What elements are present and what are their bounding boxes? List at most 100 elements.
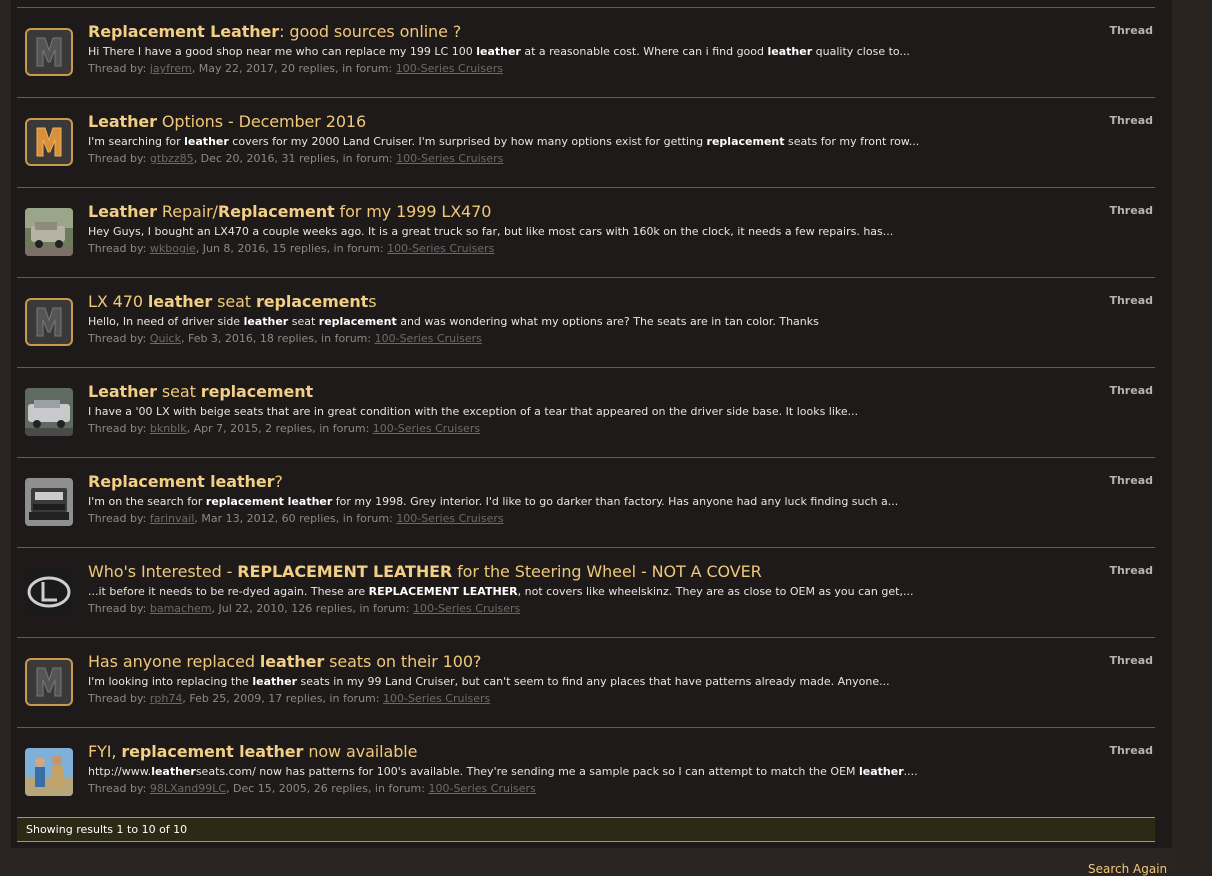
meta-replies: , 31 replies bbox=[274, 152, 336, 165]
meta-date: , Jul 22, 2010 bbox=[211, 602, 285, 615]
result-title-link[interactable]: Leather seat replacement bbox=[88, 382, 313, 401]
search-results-list: Replacement Leather: good sources online… bbox=[17, 7, 1155, 817]
thread-by-label: Thread by: bbox=[88, 692, 150, 705]
result-title-link[interactable]: Replacement leather? bbox=[88, 472, 283, 491]
in-forum-label: , in forum: bbox=[326, 242, 388, 255]
forum-link[interactable]: 100-Series Cruisers bbox=[396, 512, 503, 525]
forum-link[interactable]: 100-Series Cruisers bbox=[383, 692, 490, 705]
user-avatar[interactable] bbox=[25, 658, 73, 706]
search-again-link[interactable]: Search Again bbox=[1088, 862, 1167, 876]
content-type-label: Thread bbox=[1109, 294, 1153, 307]
meta-replies: , 15 replies bbox=[265, 242, 327, 255]
result-meta: Thread by: jayfrem, May 22, 2017, 20 rep… bbox=[88, 62, 503, 75]
suv-photo-icon bbox=[25, 208, 73, 256]
forum-logo-icon bbox=[36, 127, 62, 157]
thread-by-label: Thread by: bbox=[88, 602, 150, 615]
search-result-item: FYI, replacement leather now available h… bbox=[17, 727, 1155, 817]
people-photo-icon bbox=[25, 748, 73, 796]
content-type-label: Thread bbox=[1109, 564, 1153, 577]
result-title-link[interactable]: Who's Interested - REPLACEMENT LEATHER f… bbox=[88, 562, 762, 581]
result-title-link[interactable]: Replacement Leather: good sources online… bbox=[88, 22, 461, 41]
author-link[interactable]: wkbogie bbox=[150, 242, 196, 255]
content-type-label: Thread bbox=[1109, 114, 1153, 127]
search-result-item: Has anyone replaced leather seats on the… bbox=[17, 637, 1155, 727]
forum-logo-icon bbox=[36, 307, 62, 337]
user-avatar[interactable] bbox=[25, 568, 73, 616]
author-link[interactable]: Quick bbox=[150, 332, 181, 345]
meta-date: , Jun 8, 2016 bbox=[195, 242, 266, 255]
result-snippet: Hi There I have a good shop near me who … bbox=[88, 45, 910, 58]
result-title-link[interactable]: Leather Options - December 2016 bbox=[88, 112, 366, 131]
result-title-link[interactable]: Has anyone replaced leather seats on the… bbox=[88, 652, 481, 671]
meta-replies: , 18 replies bbox=[252, 332, 315, 345]
forum-link[interactable]: 100-Series Cruisers bbox=[387, 242, 494, 255]
user-avatar[interactable] bbox=[25, 388, 73, 436]
user-avatar[interactable] bbox=[25, 748, 73, 796]
result-meta: Thread by: wkbogie, Jun 8, 2016, 15 repl… bbox=[88, 242, 494, 255]
result-snippet: I'm on the search for replacement leathe… bbox=[88, 495, 899, 508]
in-forum-label: , in forum: bbox=[322, 692, 383, 705]
result-title-link[interactable]: Leather Repair/Replacement for my 1999 L… bbox=[88, 202, 491, 221]
author-link[interactable]: bamachem bbox=[150, 602, 212, 615]
thread-by-label: Thread by: bbox=[88, 242, 150, 255]
content-type-label: Thread bbox=[1109, 474, 1153, 487]
meta-date: , Feb 3, 2016 bbox=[180, 332, 253, 345]
meta-date: , Apr 7, 2015 bbox=[186, 422, 259, 435]
meta-replies: , 126 replies bbox=[284, 602, 353, 615]
thread-by-label: Thread by: bbox=[88, 332, 150, 345]
result-meta: Thread by: bknblk, Apr 7, 2015, 2 replie… bbox=[88, 422, 480, 435]
user-avatar[interactable] bbox=[25, 478, 73, 526]
result-snippet: Hey Guys, I bought an LX470 a couple wee… bbox=[88, 225, 894, 238]
meta-date: , Dec 20, 2016 bbox=[193, 152, 275, 165]
user-avatar[interactable] bbox=[25, 28, 73, 76]
thread-by-label: Thread by: bbox=[88, 422, 150, 435]
lexus-emblem-icon bbox=[25, 568, 73, 616]
author-link[interactable]: jayfrem bbox=[150, 62, 192, 75]
in-forum-label: , in forum: bbox=[367, 782, 429, 795]
author-link[interactable]: bknblk bbox=[150, 422, 187, 435]
result-snippet: http://www.leatherseats.com/ now has pat… bbox=[88, 765, 918, 778]
search-result-item: Leather Options - December 2016 I'm sear… bbox=[17, 97, 1155, 187]
meta-replies: , 17 replies bbox=[261, 692, 323, 705]
forum-link[interactable]: 100-Series Cruisers bbox=[413, 602, 520, 615]
content-type-label: Thread bbox=[1109, 24, 1153, 37]
in-forum-label: , in forum: bbox=[352, 602, 413, 615]
in-forum-label: , in forum: bbox=[335, 62, 396, 75]
search-result-item: LX 470 leather seat replacements Hello, … bbox=[17, 277, 1155, 367]
search-result-item: Who's Interested - REPLACEMENT LEATHER f… bbox=[17, 547, 1155, 637]
result-meta: Thread by: rph74, Feb 25, 2009, 17 repli… bbox=[88, 692, 490, 705]
forum-link[interactable]: 100-Series Cruisers bbox=[396, 152, 503, 165]
meta-replies: , 60 replies bbox=[274, 512, 336, 525]
in-forum-label: , in forum: bbox=[335, 152, 397, 165]
content-type-label: Thread bbox=[1109, 204, 1153, 217]
search-result-item: Replacement leather? I'm on the search f… bbox=[17, 457, 1155, 547]
author-link[interactable]: farinvail bbox=[150, 512, 195, 525]
author-link[interactable]: gtbzz85 bbox=[150, 152, 194, 165]
result-meta: Thread by: bamachem, Jul 22, 2010, 126 r… bbox=[88, 602, 520, 615]
forum-link[interactable]: 100-Series Cruisers bbox=[428, 782, 535, 795]
user-avatar[interactable] bbox=[25, 208, 73, 256]
thread-by-label: Thread by: bbox=[88, 62, 150, 75]
results-count-text: Showing results 1 to 10 of 10 bbox=[26, 823, 188, 836]
meta-date: , Dec 15, 2005 bbox=[226, 782, 307, 795]
forum-link[interactable]: 100-Series Cruisers bbox=[373, 422, 480, 435]
author-link[interactable]: rph74 bbox=[150, 692, 182, 705]
user-avatar[interactable] bbox=[25, 298, 73, 346]
forum-link[interactable]: 100-Series Cruisers bbox=[396, 62, 503, 75]
in-forum-label: , in forum: bbox=[314, 332, 375, 345]
result-title-link[interactable]: FYI, replacement leather now available bbox=[88, 742, 417, 761]
user-avatar[interactable] bbox=[25, 118, 73, 166]
right-rail bbox=[1172, 0, 1212, 875]
meta-date: , May 22, 2017 bbox=[191, 62, 275, 75]
suv-photo-icon bbox=[25, 388, 73, 436]
content-type-label: Thread bbox=[1109, 744, 1153, 757]
thread-by-label: Thread by: bbox=[88, 782, 150, 795]
meta-replies: , 26 replies bbox=[306, 782, 368, 795]
meta-replies: , 2 replies bbox=[258, 422, 313, 435]
author-link[interactable]: 98LXand99LC bbox=[150, 782, 226, 795]
content-type-label: Thread bbox=[1109, 384, 1153, 397]
results-footer-bar: Showing results 1 to 10 of 10 bbox=[17, 817, 1155, 842]
thread-by-label: Thread by: bbox=[88, 512, 150, 525]
forum-link[interactable]: 100-Series Cruisers bbox=[375, 332, 482, 345]
result-title-link[interactable]: LX 470 leather seat replacements bbox=[88, 292, 377, 311]
